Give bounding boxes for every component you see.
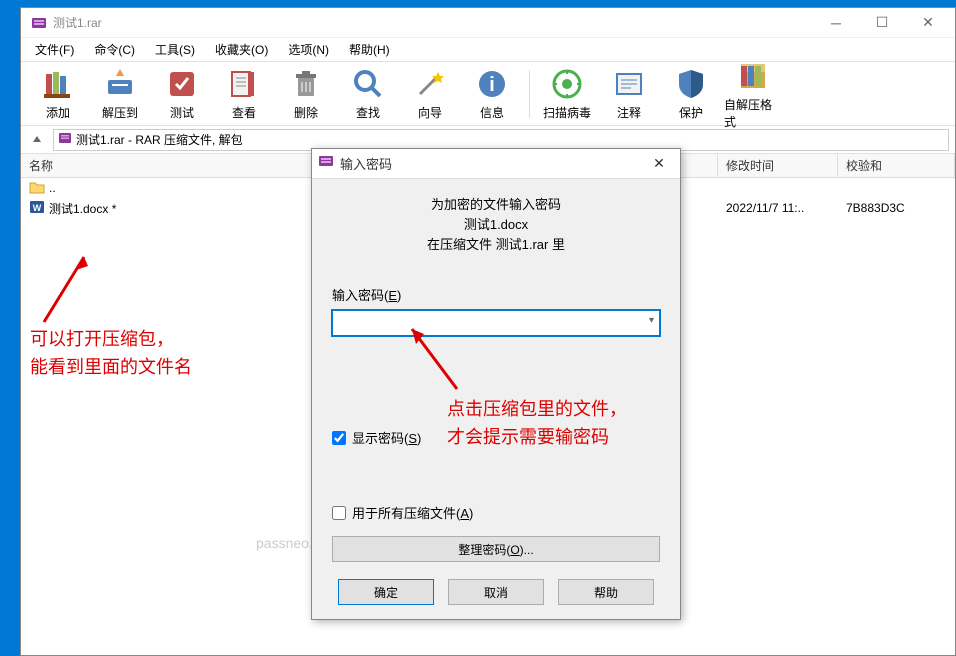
password-label: 输入密码(E) — [332, 285, 660, 304]
menu-favorites[interactable]: 收藏夹(O) — [205, 38, 278, 61]
menu-options[interactable]: 选项(N) — [278, 38, 339, 61]
titlebar: 测试1.rar ─ ☐ ✕ — [21, 8, 955, 38]
svg-text:W: W — [33, 203, 42, 213]
dialog-titlebar: 输入密码 ✕ — [312, 149, 680, 179]
tool-view-label: 查看 — [232, 104, 256, 121]
tool-wizard-label: 向导 — [418, 104, 442, 121]
tool-wizard[interactable]: 向导 — [401, 64, 459, 124]
annotation-right: 点击压缩包里的文件， 才会提示需要输密码 — [447, 395, 627, 451]
menu-file[interactable]: 文件(F) — [25, 38, 84, 61]
virus-icon — [549, 66, 585, 102]
svg-text:i: i — [489, 74, 495, 96]
path-text: 测试1.rar - RAR 压缩文件, 解包 — [76, 131, 243, 148]
tool-extract-label: 解压到 — [102, 104, 138, 121]
menu-tools[interactable]: 工具(S) — [145, 38, 205, 61]
tool-add[interactable]: 添加 — [29, 64, 87, 124]
help-button[interactable]: 帮助 — [558, 579, 654, 605]
tool-sfx-label: 自解压格式 — [724, 96, 782, 130]
tool-test[interactable]: 测试 — [153, 64, 211, 124]
annotation-right-line1: 点击压缩包里的文件， — [447, 395, 627, 423]
window-controls: ─ ☐ ✕ — [813, 8, 951, 38]
tool-sfx[interactable]: 自解压格式 — [724, 64, 782, 124]
comment-icon — [611, 66, 647, 102]
dialog-intro2: 测试1.docx — [332, 215, 660, 235]
dialog-intro: 为加密的文件输入密码 测试1.docx 在压缩文件 测试1.rar 里 — [332, 195, 660, 255]
password-dialog: 输入密码 ✕ 为加密的文件输入密码 测试1.docx 在压缩文件 测试1.rar… — [311, 148, 681, 620]
word-doc-icon: W — [29, 199, 45, 218]
all-archives-row: 用于所有压缩文件(A) — [332, 503, 660, 522]
file-mtime: 2022/11/7 11:.. — [718, 201, 838, 215]
tool-extract[interactable]: 解压到 — [91, 64, 149, 124]
all-archives-label: 用于所有压缩文件(A) — [352, 503, 473, 522]
minimize-button[interactable]: ─ — [813, 8, 859, 38]
tool-find-label: 查找 — [356, 104, 380, 121]
tool-delete-label: 删除 — [294, 104, 318, 121]
tool-comment[interactable]: 注释 — [600, 64, 658, 124]
dialog-close-button[interactable]: ✕ — [644, 155, 674, 172]
extract-icon — [102, 66, 138, 102]
folder-up-icon — [29, 180, 45, 197]
file-checksum: 7B883D3C — [838, 201, 905, 215]
col-mtime[interactable]: 修改时间 — [718, 154, 838, 177]
annotation-left: 可以打开压缩包， 能看到里面的文件名 — [30, 325, 192, 381]
toolbar-separator — [529, 70, 530, 118]
info-icon: i — [474, 66, 510, 102]
tool-find[interactable]: 查找 — [339, 64, 397, 124]
menu-commands[interactable]: 命令(C) — [84, 38, 145, 61]
tool-view[interactable]: 查看 — [215, 64, 273, 124]
search-icon — [350, 66, 386, 102]
organize-passwords-button[interactable]: 整理密码(O)... — [332, 536, 660, 562]
menu-help[interactable]: 帮助(H) — [339, 38, 400, 61]
winrar-small-icon — [318, 153, 334, 174]
file-name: .. — [49, 181, 56, 195]
all-archives-checkbox[interactable] — [332, 506, 346, 520]
wand-icon — [412, 66, 448, 102]
password-input[interactable] — [332, 310, 660, 336]
up-button[interactable] — [27, 130, 47, 150]
annotation-right-line2: 才会提示需要输密码 — [447, 423, 627, 451]
test-icon — [164, 66, 200, 102]
tool-scan[interactable]: 扫描病毒 — [538, 64, 596, 124]
show-password-label: 显示密码(S) — [352, 428, 421, 447]
shield-icon — [673, 66, 709, 102]
maximize-button[interactable]: ☐ — [859, 8, 905, 38]
show-password-checkbox[interactable] — [332, 431, 346, 445]
col-checksum[interactable]: 校验和 — [838, 154, 955, 177]
tool-info[interactable]: i 信息 — [463, 64, 521, 124]
menubar: 文件(F) 命令(C) 工具(S) 收藏夹(O) 选项(N) 帮助(H) — [21, 38, 955, 62]
sfx-icon — [735, 58, 771, 94]
annotation-left-line1: 可以打开压缩包， — [30, 325, 192, 353]
view-icon — [226, 66, 262, 102]
toolbar: 添加 解压到 测试 查看 删除 查找 向导 i 信息 — [21, 62, 955, 126]
winrar-small-icon — [58, 131, 72, 148]
dialog-intro1: 为加密的文件输入密码 — [332, 195, 660, 215]
cancel-button[interactable]: 取消 — [448, 579, 544, 605]
window-title: 测试1.rar — [53, 14, 813, 31]
tool-protect[interactable]: 保护 — [662, 64, 720, 124]
close-button[interactable]: ✕ — [905, 8, 951, 38]
winrar-icon — [31, 15, 47, 31]
tool-comment-label: 注释 — [617, 104, 641, 121]
dialog-footer: 确定 取消 帮助 — [312, 579, 680, 605]
tool-test-label: 测试 — [170, 104, 194, 121]
tool-info-label: 信息 — [480, 104, 504, 121]
ok-button[interactable]: 确定 — [338, 579, 434, 605]
file-name: 测试1.docx * — [49, 200, 116, 217]
annotation-left-line2: 能看到里面的文件名 — [30, 353, 192, 381]
books-icon — [40, 66, 76, 102]
dialog-intro3: 在压缩文件 测试1.rar 里 — [332, 235, 660, 255]
dialog-title: 输入密码 — [340, 154, 644, 173]
tool-delete[interactable]: 删除 — [277, 64, 335, 124]
tool-scan-label: 扫描病毒 — [543, 104, 591, 121]
tool-add-label: 添加 — [46, 104, 70, 121]
trash-icon — [288, 66, 324, 102]
tool-protect-label: 保护 — [679, 104, 703, 121]
